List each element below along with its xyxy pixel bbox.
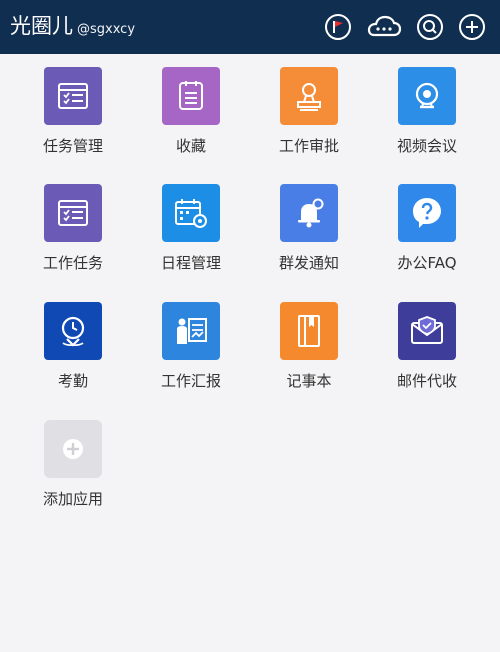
- top-bar: 光圈儿 @sgxxcy: [0, 0, 500, 54]
- video-conference-icon: [398, 67, 456, 125]
- add-button[interactable]: [458, 13, 486, 41]
- notebook-icon: [280, 302, 338, 360]
- search-button[interactable]: [416, 13, 444, 41]
- app-tile-office-faq[interactable]: 办公FAQ: [372, 184, 482, 284]
- app-handle: @sgxxcy: [77, 22, 136, 37]
- favorites-icon: [162, 67, 220, 125]
- faq-icon: [398, 184, 456, 242]
- app-label: 邮件代收: [396, 372, 457, 390]
- app-name: 光圈儿: [10, 14, 73, 38]
- header-actions: [324, 13, 486, 41]
- cloud-button[interactable]: [366, 13, 402, 41]
- app-label: 添加应用: [42, 490, 103, 508]
- app-tile-mail-collection[interactable]: 邮件代收: [372, 302, 482, 402]
- app-tile-work-approval[interactable]: 工作审批: [254, 67, 364, 167]
- app-label: 日程管理: [160, 254, 221, 272]
- app-label: 群发通知: [278, 254, 339, 272]
- app-label: 收藏: [175, 137, 206, 155]
- mail-icon: [398, 302, 456, 360]
- add-app-tile[interactable]: 添加应用: [18, 420, 128, 520]
- add-app-icon: [44, 420, 102, 478]
- plus-icon: [459, 14, 485, 40]
- report-icon: [162, 302, 220, 360]
- app-tile-work-tasks[interactable]: 工作任务: [18, 184, 128, 284]
- flag-button[interactable]: [324, 13, 352, 41]
- approval-icon: [280, 67, 338, 125]
- app-label: 视频会议: [396, 137, 457, 155]
- app-tile-schedule[interactable]: 日程管理: [136, 184, 246, 284]
- bell-icon: [280, 184, 338, 242]
- app-tile-favorites[interactable]: 收藏: [136, 67, 246, 167]
- task-list-icon: [44, 67, 102, 125]
- cloud-icon: [367, 15, 402, 37]
- flag-icon: [325, 14, 351, 40]
- app-label: 工作汇报: [160, 372, 221, 390]
- app-tile-work-report[interactable]: 工作汇报: [136, 302, 246, 402]
- app-title: 光圈儿 @sgxxcy: [10, 10, 135, 46]
- search-icon: [417, 14, 443, 40]
- app-label: 任务管理: [42, 137, 103, 155]
- app-tile-broadcast-notice[interactable]: 群发通知: [254, 184, 364, 284]
- app-tile-video-conference[interactable]: 视频会议: [372, 67, 482, 167]
- calendar-icon: [162, 184, 220, 242]
- app-label: 记事本: [286, 372, 332, 390]
- attendance-icon: [44, 302, 102, 360]
- app-tile-attendance[interactable]: 考勤: [18, 302, 128, 402]
- app-label: 考勤: [57, 372, 88, 390]
- app-label: 工作任务: [42, 254, 103, 272]
- app-label: 办公FAQ: [397, 254, 457, 272]
- app-tile-notebook[interactable]: 记事本: [254, 302, 364, 402]
- work-task-icon: [44, 184, 102, 242]
- app-label: 工作审批: [278, 137, 339, 155]
- app-tile-task-management[interactable]: 任务管理: [18, 67, 128, 167]
